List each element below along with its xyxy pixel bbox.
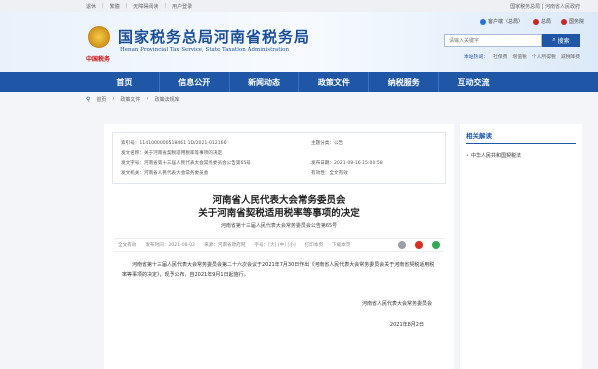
client-link[interactable]: 客户端（总局） — [479, 18, 523, 25]
download-button[interactable]: 下载本页 — [332, 242, 350, 248]
article-panel: 索引号：1141000000518461 1D/2021-012166 主题分类：… — [104, 124, 454, 369]
tax-emblem-icon — [88, 26, 110, 48]
hot-words: 本站热词： 社保费 增值税 个人所得税 减税降费 — [463, 53, 580, 60]
meta-publish-date: 发布日期：2021-08-16 15:00:58 — [311, 161, 383, 166]
main-nav: 首页 信息公开 新闻动态 政策文件 纳税服务 互动交流 — [0, 72, 598, 92]
article-body: 河南省第十三届人民代表大会常务委员会第二十六次会议于2021年7月30日作出《河… — [122, 262, 435, 278]
topbar-link-retire[interactable]: 退休 — [86, 3, 96, 10]
header-links: 客户端（总局） 总局 国务院 — [479, 18, 584, 25]
site-title[interactable]: 国家税务总局河南省税务局 — [118, 26, 310, 47]
sat-link[interactable]: 总局 — [532, 18, 551, 25]
validity-label: 全文有效 — [118, 243, 137, 248]
nav-policy[interactable]: 政策文件 — [299, 72, 370, 92]
search-button[interactable]: ⌕ 搜索 — [542, 34, 580, 47]
emblem-icon — [560, 18, 567, 25]
topbar-link-traditional[interactable]: 繁體 — [110, 3, 120, 10]
breadcrumb-library[interactable]: 政策法规库 — [154, 96, 179, 103]
nav-info-disclosure[interactable]: 信息公开 — [160, 72, 230, 92]
emblem-icon — [532, 18, 539, 25]
nav-interaction[interactable]: 互动交流 — [439, 72, 508, 92]
meta-doc-number: 发文字号：河南省第十三届人民代表大会常务委员会公告第65号 — [121, 161, 251, 166]
nav-home[interactable]: 首页 — [90, 72, 160, 92]
source-label: 来源：河南省政府网 — [204, 243, 246, 248]
meta-category: 主题分类：公告 — [311, 141, 344, 146]
state-council-link[interactable]: 国务院 — [560, 18, 584, 25]
print-button[interactable]: 打印本页 — [305, 242, 323, 248]
site-header: 中国税务 国家税务总局河南省税务局 Henan Provincial Tax S… — [0, 12, 598, 72]
hot-word[interactable]: 减税降费 — [561, 53, 580, 60]
nav-tax-service[interactable]: 纳税服务 — [369, 72, 440, 92]
site-subtitle: Henan Provincial Tax Service, State Taxa… — [120, 47, 290, 53]
search-input[interactable] — [444, 34, 542, 47]
breadcrumb-home[interactable]: 首页 — [96, 96, 106, 103]
document-meta: 索引号：1141000000518461 1D/2021-012166 主题分类：… — [112, 132, 446, 184]
meta-doc-name: 发文名称：关于河南省契税适用税率等事项的决定 — [121, 151, 223, 156]
nav-news[interactable]: 新闻动态 — [230, 72, 300, 92]
topbar-right-links[interactable]: 国家税务总局 | 河南省人民政府 — [510, 3, 598, 10]
topbar-link-login[interactable]: 用户登录 — [172, 3, 192, 10]
article-toolbar: 全文有效 发布时间：2021-08-02 来源：河南省政府网 字号：[大] [中… — [114, 238, 444, 252]
breadcrumb: ⚲ 首页 › 政策文件 › 政策法规库 — [86, 95, 180, 103]
publish-time: 发布时间：2021-08-02 — [145, 243, 196, 248]
meta-index: 索引号：1141000000518461 1D/2021-012166 — [121, 141, 227, 146]
hot-word[interactable]: 增值税 — [512, 53, 526, 60]
topbar-link-accessible[interactable]: 无障碍阅读 — [133, 3, 158, 10]
article-subtitle: 河南省第十三届人民代表大会常务委员会公告第65号 — [220, 223, 338, 229]
font-size-control[interactable]: 字号：[大] [中] [小] — [254, 242, 295, 248]
phone-icon — [479, 18, 486, 25]
meta-validity: 有效性：全文有效 — [311, 171, 348, 176]
meta-issuer: 发文机关：河南省人民代表大会常务委员会 — [121, 171, 209, 176]
tax-seal-logo: 中国税务 — [86, 56, 111, 63]
related-heading: 相关解读 — [466, 130, 576, 144]
article-signature: 河南省人民代表大会常务委员会 — [361, 301, 432, 307]
wechat-icon[interactable] — [432, 241, 440, 249]
location-pin-icon: ⚲ — [86, 95, 91, 103]
breadcrumb-policy[interactable]: 政策文件 — [120, 96, 140, 103]
search-icon: ⌕ — [552, 37, 556, 43]
hot-word[interactable]: 社保费 — [493, 53, 507, 60]
related-item[interactable]: 中华人民共和国契税法 — [466, 152, 576, 159]
article-date: 2021年8月2日 — [389, 322, 424, 328]
top-bar: 退休 | 繁體 | 无障碍阅读 | 用户登录 国家税务总局 | 河南省人民政府 — [0, 0, 598, 12]
search-bar: ⌕搜索 — [444, 34, 580, 47]
share-icon[interactable] — [398, 241, 406, 249]
article-title: 河南省人民代表大会常务委员会 关于河南省契税适用税率等事项的决定 — [198, 195, 360, 219]
related-sidebar: 相关解读 中华人民共和国契税法 — [460, 124, 582, 369]
weibo-icon[interactable] — [415, 241, 423, 249]
hot-word[interactable]: 个人所得税 — [532, 53, 556, 60]
